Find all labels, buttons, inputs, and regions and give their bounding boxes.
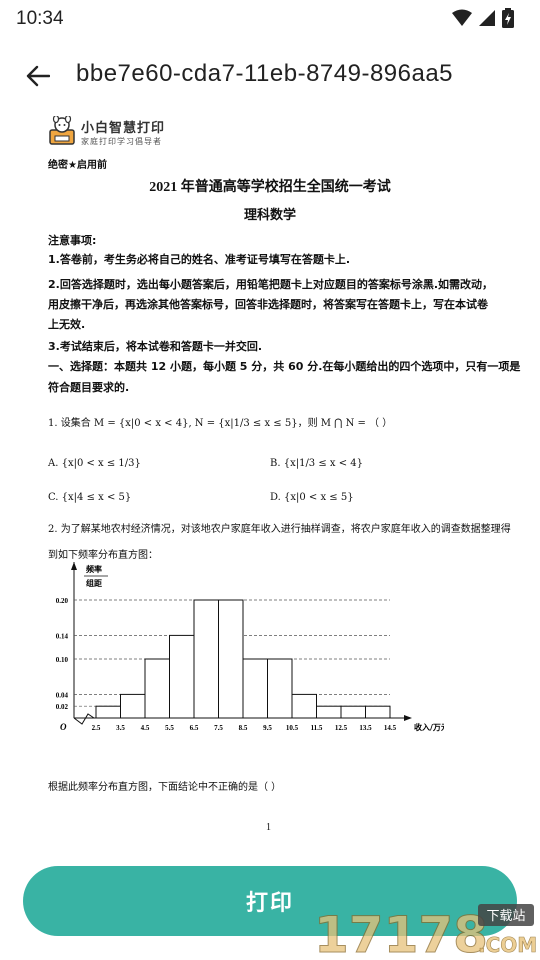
x-tick-label: 14.5 <box>384 724 397 732</box>
y-axis-arrow <box>71 562 77 570</box>
histogram-bar <box>267 658 293 719</box>
status-time: 10:34 <box>16 8 64 29</box>
y-tick-label: 0.14 <box>56 632 69 640</box>
y-tick-label: 0.20 <box>56 597 69 605</box>
exam-subject: 理科数学 <box>243 207 296 222</box>
section-heading: 符合题目要求的. <box>48 381 130 394</box>
x-tick-label: 6.5 <box>190 724 199 732</box>
y-tick-label: 0.02 <box>56 703 69 711</box>
x-axis-arrow <box>404 715 412 721</box>
histogram-bar <box>340 705 366 719</box>
watermark-number: 17178 <box>314 906 488 960</box>
x-tick-label: 2.5 <box>92 724 101 732</box>
x-tick-label: 11.5 <box>311 724 323 732</box>
histogram-bar <box>242 658 268 719</box>
brand-logo: 小白智慧打印 家庭打印学习倡导者 <box>47 116 165 148</box>
histogram-bar <box>316 705 342 719</box>
histogram-bar <box>95 705 121 719</box>
watermark-suffix: .COM <box>478 933 537 957</box>
q1-option-c: C. {x|4 ≤ x < 5} <box>48 492 132 503</box>
secret-label: 绝密★启用前 <box>48 160 107 171</box>
section-heading: 一、选择题：本题共 12 小题，每小题 5 分，共 60 分.在每小题给出的四个… <box>48 360 521 373</box>
battery-icon <box>502 8 514 28</box>
origin-label: O <box>60 722 67 732</box>
printer-mascot-icon <box>49 116 75 145</box>
histogram-bar <box>218 599 244 719</box>
status-icons <box>452 8 514 28</box>
x-tick-label: 13.5 <box>359 724 372 732</box>
histogram-bar <box>365 705 391 719</box>
q1-option-a: A. {x|0 < x ≤ 1/3} <box>48 458 141 469</box>
site-watermark: 17178 下载站 .COM <box>314 904 537 960</box>
x-tick-label: 3.5 <box>116 724 125 732</box>
exam-title: 2021 年普通高等学校招生全国统一考试 <box>149 180 391 195</box>
histogram-chart: 频率组距 O 0.20 0.14 0.10 0.04 0.02 2.5 3.5 4.5 5.5 6.5… <box>56 562 444 732</box>
note-line: 用皮擦干净后，再选涂其他答案标号，回答非选择题时，将答案写在答题卡上，写在本试卷 <box>48 298 488 311</box>
q2-question: 根据此频率分布直方图，下面结论中不正确的是（ ） <box>48 782 282 793</box>
app-bar: bbe7e60-cda7-11eb-8749-896aa5 <box>0 48 540 104</box>
note-line: 2.回答选择题时，选出每小题答案后，用铅笔把题卡上对应题目的答案标号涂黑.如需改… <box>48 278 494 291</box>
page-number: 1 <box>266 822 271 833</box>
q1-stem: 1. 设集合 M = {x|0 < x < 4}, N = {x|1/3 ≤ x… <box>48 418 393 429</box>
watermark-badge: 下载站 <box>486 909 525 924</box>
x-tick-label: 12.5 <box>335 724 348 732</box>
q1-option-d: D. {x|0 < x ≤ 5} <box>270 492 354 503</box>
signal-icon <box>479 10 495 26</box>
x-tick-label: 7.5 <box>214 724 223 732</box>
axis-break <box>73 713 95 725</box>
print-button-label: 打印 <box>245 891 294 916</box>
x-tick-label: 8.5 <box>239 724 248 732</box>
wifi-icon <box>452 9 472 26</box>
note-line: 3.考试结束后，将本试卷和答题卡一并交回. <box>48 340 263 353</box>
document-title: bbe7e60-cda7-11eb-8749-896aa5 <box>76 60 454 87</box>
note-line: 1.答卷前，考生务必将自己的姓名、准考证号填写在答题卡上. <box>48 253 351 266</box>
y-label-bottom: 组距 <box>86 578 102 588</box>
status-bar: 10:34 <box>0 0 540 38</box>
x-tick-label: 10.5 <box>286 724 299 732</box>
histogram-bar <box>120 693 146 719</box>
back-button[interactable] <box>22 60 54 92</box>
y-tick-label: 0.04 <box>56 691 69 699</box>
x-tick-label: 4.5 <box>141 724 150 732</box>
histogram-bar <box>193 599 219 719</box>
logo-name: 小白智慧打印 <box>81 121 166 136</box>
y-label-top: 频率 <box>86 564 102 574</box>
x-axis-label: 收入/万元 <box>414 722 444 732</box>
x-tick-label: 5.5 <box>165 724 174 732</box>
document-preview[interactable]: 小白智慧打印 家庭打印学习倡导者 绝密★启用前 2021 年普通高等学校招生全国… <box>0 108 540 848</box>
arrow-left-icon <box>26 65 50 87</box>
x-tick-label: 9.5 <box>263 724 272 732</box>
note-line: 上无效. <box>48 318 86 331</box>
q1-option-b: B. {x|1/3 ≤ x < 4} <box>270 458 364 469</box>
logo-tagline: 家庭打印学习倡导者 <box>81 137 162 146</box>
q2-line1: 2. 为了解某地农村经济情况，对该地农户家庭年收入进行抽样调查，将农户家庭年收入… <box>48 524 511 535</box>
y-tick-label: 0.10 <box>56 656 69 664</box>
histogram-bar <box>169 634 195 719</box>
histogram-bar <box>291 693 317 719</box>
histogram-bar <box>144 658 170 719</box>
